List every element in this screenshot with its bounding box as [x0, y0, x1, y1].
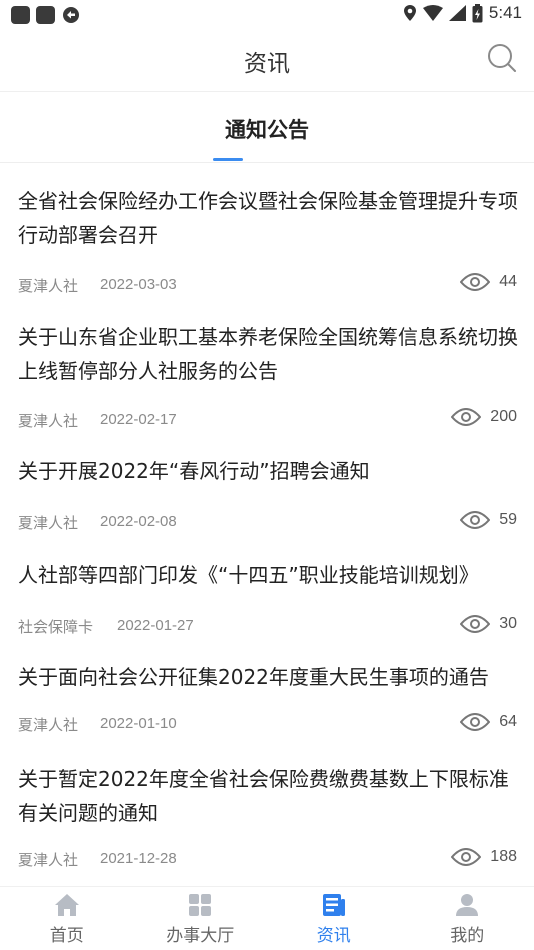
eye-icon	[460, 511, 491, 529]
news-title: 全省社会保险经办工作会议暨社会保险基金管理提升专项行动部署会召开	[18, 189, 518, 247]
news-item[interactable]: 关于面向社会公开征集2022年度重大民生事项的通告 夏津人社 2022-01-1…	[0, 660, 534, 746]
location-icon	[403, 5, 416, 21]
news-item[interactable]: 关于开展2022年“春风行动”招聘会通知 夏津人社 2022-02-08 59	[0, 454, 534, 540]
view-count: 188	[451, 847, 517, 867]
news-title: 关于开展2022年“春风行动”招聘会通知	[18, 459, 370, 483]
view-count: 44	[460, 272, 517, 292]
news-title: 关于面向社会公开征集2022年度重大民生事项的通告	[18, 665, 489, 689]
view-count-value: 200	[490, 408, 517, 425]
news-source: 夏津人社	[18, 412, 79, 430]
news-title: 人社部等四部门印发《“十四五”职业技能培训规划》	[18, 563, 479, 587]
news-date: 2022-03-03	[100, 276, 177, 293]
home-icon	[54, 894, 79, 916]
tab-active-indicator	[213, 158, 243, 161]
status-bar: 5:41	[0, 0, 534, 28]
news-date: 2021-12-28	[100, 850, 177, 867]
eye-icon	[460, 615, 491, 633]
status-left-icons	[11, 5, 81, 25]
tab-notices[interactable]: 通知公告	[0, 114, 534, 144]
view-count: 30	[460, 614, 517, 634]
view-count: 59	[460, 510, 517, 530]
news-icon	[322, 894, 345, 916]
nav-label: 我的	[450, 926, 485, 946]
status-right-icons: 5:41	[403, 3, 522, 23]
news-source: 夏津人社	[18, 514, 79, 532]
view-count: 64	[460, 712, 517, 732]
sync-icon	[63, 7, 79, 23]
nav-label: 首页	[49, 926, 84, 946]
news-item[interactable]: 全省社会保险经办工作会议暨社会保险基金管理提升专项行动部署会召开 夏津人社 20…	[0, 182, 534, 302]
news-item[interactable]: 人社部等四部门印发《“十四五”职业技能培训规划》 社会保障卡 2022-01-2…	[0, 558, 534, 644]
news-source: 社会保障卡	[18, 618, 94, 636]
nav-item-service-hall[interactable]: 办事大厅	[134, 887, 268, 950]
search-button[interactable]	[486, 42, 518, 74]
news-source: 夏津人社	[18, 277, 79, 295]
nav-label: 办事大厅	[166, 926, 235, 946]
news-item[interactable]: 关于山东省企业职工基本养老保险全国统筹信息系统切换上线暂停部分人社服务的公告 夏…	[0, 318, 534, 438]
nav-item-profile[interactable]: 我的	[401, 887, 534, 950]
view-count-value: 44	[499, 273, 517, 290]
news-source: 夏津人社	[18, 851, 79, 869]
bottom-nav: 首页 办事大厅 资讯 我的	[0, 886, 534, 950]
status-time: 5:41	[488, 3, 522, 22]
nav-label: 资讯	[316, 926, 351, 946]
news-title: 关于暂定2022年度全省社会保险费缴费基数上下限标准有关问题的通知	[18, 767, 509, 825]
search-icon	[488, 44, 516, 72]
user-icon	[456, 894, 479, 916]
view-count-value: 59	[499, 511, 517, 528]
news-date: 2022-01-27	[117, 617, 194, 634]
eye-icon	[460, 713, 491, 731]
view-count: 200	[451, 407, 517, 427]
news-item[interactable]: 关于暂定2022年度全省社会保险费缴费基数上下限标准有关问题的通知 夏津人社 2…	[0, 762, 534, 882]
news-date: 2022-02-17	[100, 411, 177, 428]
view-count-value: 30	[499, 615, 517, 632]
grid-icon	[189, 894, 212, 916]
wifi-icon	[422, 5, 443, 21]
eye-icon	[451, 848, 482, 866]
view-count-value: 188	[490, 848, 517, 865]
eye-icon	[451, 408, 482, 426]
notification-square-icon	[36, 6, 55, 24]
page-title: 资讯	[244, 51, 290, 77]
news-date: 2022-01-10	[100, 715, 177, 732]
nav-item-home[interactable]: 首页	[0, 887, 134, 950]
notification-square-icon	[11, 6, 30, 24]
category-tabs: 通知公告	[0, 92, 534, 163]
news-title: 关于山东省企业职工基本养老保险全国统筹信息系统切换上线暂停部分人社服务的公告	[18, 325, 518, 383]
app-header: 资讯	[0, 28, 534, 92]
signal-icon	[448, 5, 466, 21]
news-date: 2022-02-08	[100, 513, 177, 530]
nav-item-news[interactable]: 资讯	[267, 887, 401, 950]
eye-icon	[460, 273, 491, 291]
view-count-value: 64	[499, 713, 517, 730]
news-source: 夏津人社	[18, 716, 79, 734]
battery-icon	[472, 3, 483, 22]
